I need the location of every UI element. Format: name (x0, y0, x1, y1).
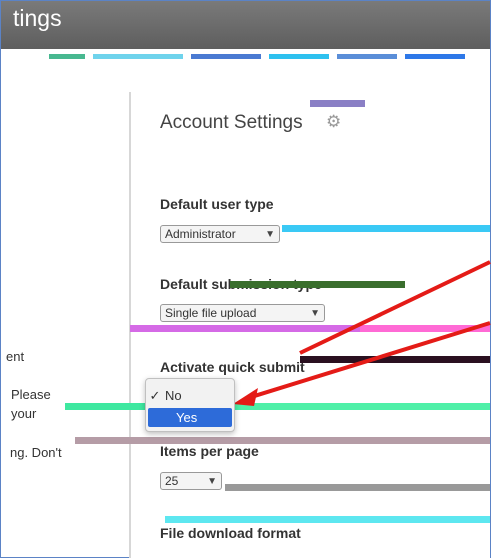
option-no-label: No (165, 388, 182, 403)
option-yes[interactable]: Yes (148, 408, 232, 427)
option-yes-label: Yes (176, 410, 198, 425)
arrow-icon (233, 260, 491, 406)
annotation-arrows (233, 260, 491, 406)
quick-submit-dropdown[interactable]: ✓ No Yes (145, 378, 235, 432)
option-no[interactable]: ✓ No (148, 386, 232, 405)
checkmark-icon: ✓ (149, 387, 161, 403)
